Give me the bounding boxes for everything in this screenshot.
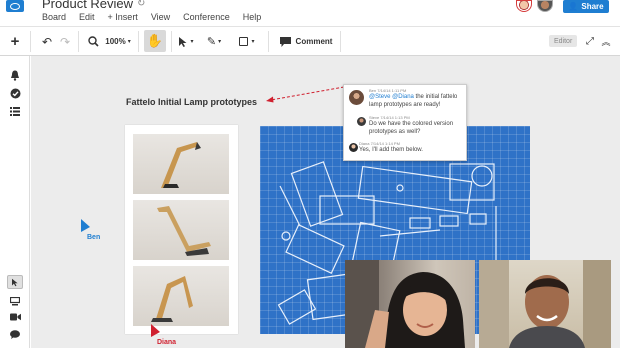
annotation-arrow[interactable] — [263, 86, 345, 104]
chevron-down-icon: ▾ — [190, 39, 194, 45]
pen-tool[interactable]: ✎ ▾ — [203, 27, 225, 56]
left-sidebar — [0, 56, 30, 348]
menu-bar: Board Edit + Insert View Conference Help — [42, 12, 261, 22]
menu-conference[interactable]: Conference — [183, 12, 230, 22]
video-icon[interactable] — [7, 310, 23, 324]
select-tool[interactable]: ▾ — [177, 27, 195, 56]
share-label: Share — [581, 2, 604, 11]
undo-icon[interactable]: ↶ — [40, 27, 54, 56]
chevron-down-icon: ▾ — [127, 39, 131, 45]
toolbar-divider — [78, 31, 79, 52]
board-title[interactable]: Product Review — [42, 0, 133, 11]
participant-video — [345, 260, 465, 348]
redo-icon[interactable]: ↷ — [58, 27, 72, 56]
add-icon[interactable]: + — [6, 27, 24, 56]
collapse-icon[interactable]: ︽ — [600, 27, 612, 56]
pointer-icon — [179, 36, 187, 47]
check-circle-icon[interactable] — [7, 86, 23, 100]
chat-icon[interactable] — [7, 327, 23, 341]
zoom-level[interactable]: 100% ▾ — [104, 27, 132, 56]
comment: Ben 7/14/14 1:11 PM @Steve @Diana the in… — [349, 88, 465, 112]
comment-text: Yes, I'll add them below. — [359, 147, 423, 153]
toolbar-divider — [171, 31, 172, 52]
fullscreen-icon[interactable]: ⤢ — [584, 27, 596, 56]
lamp-illustration — [157, 206, 211, 256]
avatar — [349, 90, 364, 105]
app-window: Product Review ↻ Board Edit + Insert Vie… — [0, 0, 620, 348]
comment-reply: Diana 7/14/14 1:14 PM Yes, I'll add them… — [349, 141, 465, 159]
collaborator-avatar[interactable] — [516, 0, 532, 12]
participant-video — [479, 260, 611, 348]
sticky-note-icon — [239, 37, 249, 46]
list-icon[interactable] — [7, 104, 23, 118]
toolbar: + ↶ ↷ 100% ▾ ✋ ▾ ✎ ▾ ▾ Comment Editor ⤢ … — [0, 26, 620, 56]
comment-reply: Steve 7/14/14 1:13 PM Do we have the col… — [349, 115, 465, 137]
pointer-mode-button[interactable] — [7, 275, 23, 289]
bell-icon[interactable] — [7, 68, 23, 82]
collaborator-avatar[interactable] — [537, 0, 553, 12]
ben-cursor-label: Ben — [87, 234, 101, 241]
comment-label: Comment — [295, 37, 333, 46]
hand-icon: ✋ — [146, 33, 164, 48]
zoom-icon[interactable] — [86, 27, 100, 56]
menu-board[interactable]: Board — [42, 12, 66, 22]
toolbar-divider — [340, 31, 341, 52]
note-tool[interactable]: ▾ — [235, 27, 259, 56]
pan-hand-button[interactable]: ✋ — [144, 30, 166, 52]
app-header: Product Review ↻ Board Edit + Insert Vie… — [0, 0, 620, 26]
mention[interactable]: @Diana — [392, 94, 414, 100]
canvas-title[interactable]: Fattelo Initial Lamp prototypes — [126, 97, 257, 107]
photo-card[interactable] — [125, 125, 238, 334]
menu-insert[interactable]: + Insert — [108, 12, 138, 22]
video-feed[interactable] — [479, 260, 611, 348]
lamp-illustration — [161, 142, 201, 188]
ben-cursor-icon — [81, 219, 90, 232]
pen-icon: ✎ — [206, 36, 217, 48]
comment-icon — [279, 36, 291, 47]
menu-view[interactable]: View — [151, 12, 170, 22]
presentation-icon[interactable] — [7, 294, 23, 308]
comment-text: Do we have the colored version prototype… — [369, 121, 454, 135]
lamp-photo[interactable] — [133, 134, 229, 194]
comment-thread[interactable]: Ben 7/14/14 1:11 PM @Steve @Diana the in… — [343, 84, 467, 161]
lamp-photo[interactable] — [133, 266, 229, 326]
toolbar-divider — [30, 31, 31, 52]
lamp-photo[interactable] — [133, 200, 229, 260]
share-button[interactable]: 👤 Share — [563, 0, 609, 13]
video-feed[interactable] — [345, 260, 475, 348]
add-person-icon: 👤 — [568, 2, 579, 11]
lamp-illustration — [151, 276, 193, 322]
zoom-value: 100% — [105, 37, 126, 46]
toolbar-divider — [268, 31, 269, 52]
toolbar-divider — [138, 31, 139, 52]
chevron-down-icon: ▾ — [251, 39, 255, 45]
diana-cursor-icon — [151, 324, 160, 337]
mode-badge: Editor — [549, 35, 578, 47]
avatar — [357, 117, 366, 126]
pointer-icon — [12, 278, 18, 286]
comment-text: @Steve @Diana the initial fattelo lamp p… — [369, 93, 465, 109]
avatar — [349, 143, 358, 152]
whiteboard-canvas[interactable]: Fattelo Initial Lamp prototypes Ben Dian… — [31, 56, 620, 348]
menu-help[interactable]: Help — [243, 12, 262, 22]
diana-cursor-label: Diana — [157, 339, 177, 346]
chevron-down-icon: ▾ — [218, 39, 222, 45]
sync-icon: ↻ — [137, 0, 146, 9]
comment-button[interactable]: Comment — [278, 27, 334, 56]
mention[interactable]: @Steve — [369, 94, 390, 100]
app-logo-icon[interactable] — [6, 0, 24, 12]
menu-edit[interactable]: Edit — [79, 12, 95, 22]
